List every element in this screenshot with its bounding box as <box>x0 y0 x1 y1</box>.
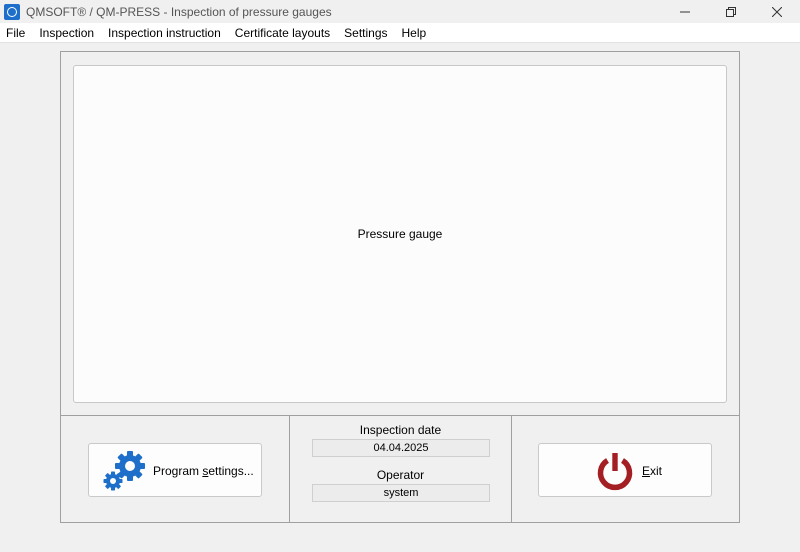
program-settings-label-prefix: Program <box>153 464 203 478</box>
pressure-gauge-label: Pressure gauge <box>357 227 443 241</box>
bottom-panel: Program settings... Inspection date 04.0… <box>61 415 739 523</box>
inspection-info-section: Inspection date 04.04.2025 Operator syst… <box>289 416 512 523</box>
menu-certificate-layouts[interactable]: Certificate layouts <box>228 23 337 43</box>
program-settings-label-suffix: ettings... <box>208 464 254 478</box>
program-settings-button[interactable]: Program settings... <box>88 443 262 497</box>
pressure-gauge-panel: Pressure gauge <box>73 65 727 403</box>
close-button[interactable] <box>754 0 800 23</box>
restore-icon <box>726 6 736 17</box>
restore-button[interactable] <box>708 0 754 23</box>
inspection-date-label: Inspection date <box>359 423 442 437</box>
main-frame: Pressure gauge Program settings... Inspe… <box>60 51 740 523</box>
menu-help[interactable]: Help <box>395 23 434 43</box>
menu-inspection[interactable]: Inspection <box>32 23 101 43</box>
title-bar: QMSOFT® / QM-PRESS - Inspection of press… <box>0 0 800 23</box>
program-settings-label: Program settings... <box>153 464 254 478</box>
window-controls <box>662 0 800 23</box>
settings-section: Program settings... <box>61 416 289 523</box>
minimize-icon <box>680 11 690 12</box>
menu-settings[interactable]: Settings <box>337 23 394 43</box>
exit-button[interactable]: Exit <box>538 443 712 497</box>
operator-label: Operator <box>376 468 425 482</box>
minimize-button[interactable] <box>662 0 708 23</box>
gears-icon <box>103 451 145 491</box>
window-title: QMSOFT® / QM-PRESS - Inspection of press… <box>26 4 332 19</box>
menu-bar: File Inspection Inspection instruction C… <box>0 23 800 43</box>
operator-field: system <box>312 484 490 502</box>
app-icon <box>4 3 20 20</box>
menu-inspection-instruction[interactable]: Inspection instruction <box>101 23 228 43</box>
exit-label: Exit <box>642 464 662 478</box>
exit-label-suffix: xit <box>650 464 663 478</box>
exit-mnemonic: E <box>642 464 651 478</box>
close-icon <box>772 6 782 17</box>
power-icon <box>597 453 633 491</box>
menu-file[interactable]: File <box>0 23 32 43</box>
exit-section: Exit <box>512 416 739 523</box>
inspection-date-field: 04.04.2025 <box>312 439 490 457</box>
